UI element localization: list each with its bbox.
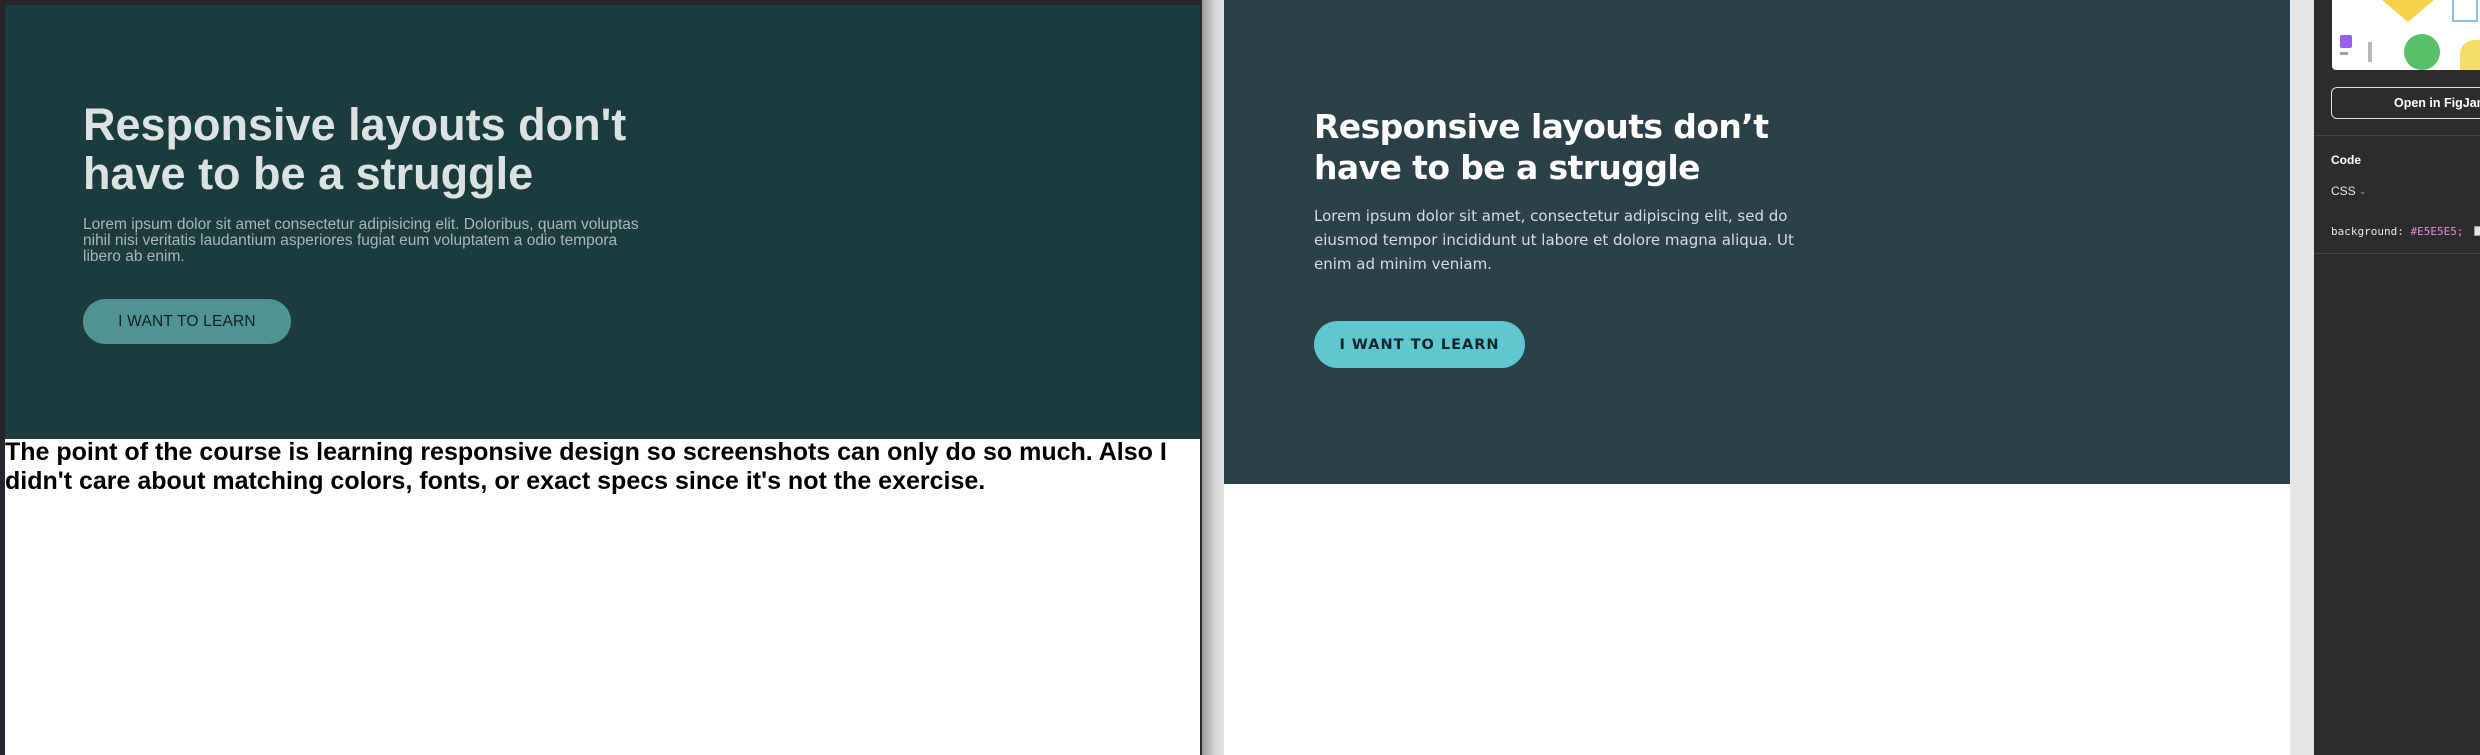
inspector-panel: Open in FigJam Code CSS ⌄ background: #E… xyxy=(2314,0,2480,755)
css-code-line[interactable]: background: #E5E5E5; xyxy=(2331,225,2480,238)
section-divider xyxy=(2314,135,2480,136)
design-canvas[interactable]: Responsive layouts don’t have to be a st… xyxy=(1224,0,2290,755)
thumbnail-line-shape xyxy=(2340,52,2348,55)
canvas-gutter xyxy=(2290,0,2314,755)
code-language-select[interactable]: CSS ⌄ xyxy=(2331,184,2366,198)
code-language-value: CSS xyxy=(2331,184,2356,198)
browser-preview-window: Responsive layouts don't have to be a st… xyxy=(0,0,1202,755)
preview-note-text: The point of the course is learning resp… xyxy=(5,438,1167,495)
thumbnail-box-shape xyxy=(2452,0,2478,22)
design-hero-paragraph[interactable]: Lorem ipsum dolor sit amet, consectetur … xyxy=(1314,204,1834,276)
thumbnail-rounded-shape xyxy=(2460,40,2480,70)
section-divider xyxy=(2314,253,2480,254)
thumbnail-pen-shape xyxy=(2368,42,2372,62)
preview-hero-heading: Responsive layouts don't have to be a st… xyxy=(83,99,627,199)
preview-hero-paragraph: Lorem ipsum dolor sit amet consectetur a… xyxy=(83,216,639,265)
preview-hero-section: Responsive layouts don't have to be a st… xyxy=(5,5,1200,439)
css-property: background: xyxy=(2331,225,2404,238)
open-in-figjam-button[interactable]: Open in FigJam xyxy=(2331,87,2480,119)
design-hero-heading[interactable]: Responsive layouts don’t have to be a st… xyxy=(1314,106,1834,188)
design-hero-section[interactable]: Responsive layouts don’t have to be a st… xyxy=(1224,0,2290,484)
design-frame[interactable]: Responsive layouts don’t have to be a st… xyxy=(1224,0,2290,755)
thumbnail-circle-shape xyxy=(2404,34,2440,70)
chevron-down-icon: ⌄ xyxy=(2358,185,2367,196)
window-edge-shadow xyxy=(1202,0,1224,755)
thumbnail-sticky-icon xyxy=(2340,35,2352,48)
design-learn-button[interactable]: I WANT TO LEARN xyxy=(1314,321,1525,368)
css-value: #E5E5E5; xyxy=(2410,225,2464,238)
code-section-label: Code xyxy=(2331,153,2361,167)
figjam-thumbnail[interactable] xyxy=(2332,0,2480,70)
color-swatch-icon xyxy=(2474,226,2480,236)
preview-learn-button[interactable]: I WANT TO LEARN xyxy=(83,299,291,344)
thumbnail-triangle-shape xyxy=(2382,0,2434,22)
